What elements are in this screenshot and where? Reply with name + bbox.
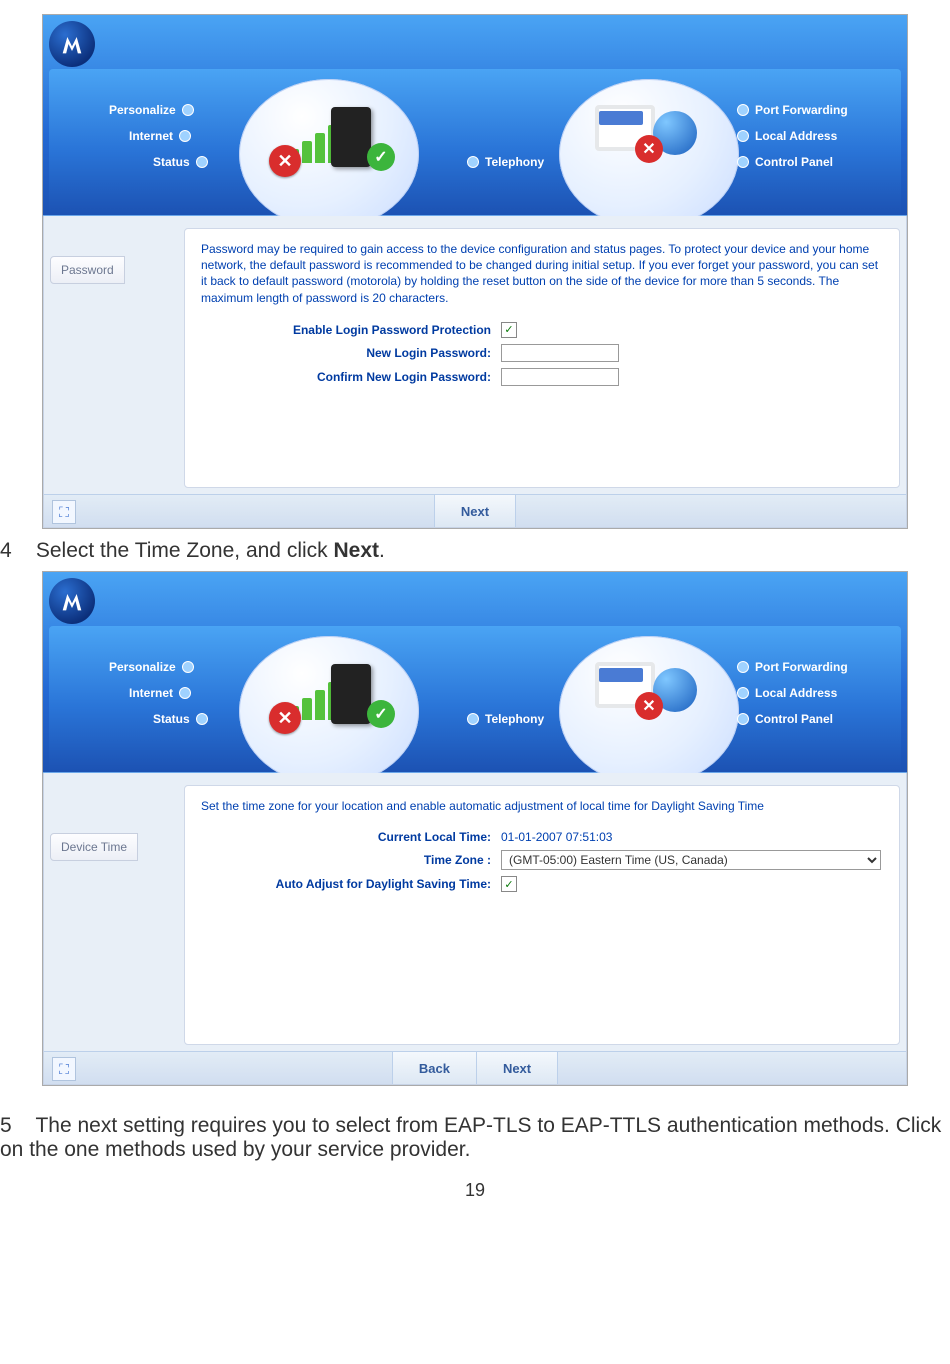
value-current-time: 01-01-2007 07:51:03 bbox=[501, 830, 612, 844]
page-number: 19 bbox=[0, 1180, 950, 1201]
error-x-icon: ✕ bbox=[269, 702, 301, 734]
dot-icon bbox=[737, 713, 749, 725]
nav-internet[interactable]: Internet bbox=[129, 686, 191, 700]
check-ok-icon: ✓ bbox=[367, 700, 395, 728]
panel-footer: ⛶ Next bbox=[44, 494, 906, 527]
nav-port-forwarding[interactable]: Port Forwarding bbox=[737, 660, 848, 674]
checkbox-dst[interactable]: ✓ bbox=[501, 876, 517, 892]
fullscreen-icon[interactable]: ⛶ bbox=[52, 1057, 76, 1081]
info-text: Password may be required to gain access … bbox=[201, 241, 883, 306]
label-dst: Auto Adjust for Daylight Saving Time: bbox=[201, 877, 491, 891]
nav-status[interactable]: Status bbox=[153, 155, 208, 169]
status-bubble-left: ✕ ✓ bbox=[239, 79, 419, 229]
screenshot-password: ✕ ✓ ✕ Personalize Internet Status Teleph… bbox=[42, 14, 908, 529]
dot-icon bbox=[179, 687, 191, 699]
back-button[interactable]: Back bbox=[392, 1052, 476, 1084]
dot-icon bbox=[196, 156, 208, 168]
device-box-icon bbox=[331, 664, 371, 724]
nav-telephony[interactable]: Telephony bbox=[467, 712, 544, 726]
header-nav: ✕ ✓ ✕ Personalize Internet Status Teleph… bbox=[49, 626, 901, 772]
panel-footer: ⛶ Back Next bbox=[44, 1051, 906, 1084]
motorola-logo-icon bbox=[49, 21, 95, 67]
nav-internet[interactable]: Internet bbox=[129, 129, 191, 143]
label-new-password: New Login Password: bbox=[201, 346, 491, 360]
screenshot-device-time: ✕ ✓ ✕ Personalize Internet Status Teleph… bbox=[42, 571, 908, 1086]
nav-local-address[interactable]: Local Address bbox=[737, 686, 837, 700]
check-ok-icon: ✓ bbox=[367, 143, 395, 171]
error-x-icon: ✕ bbox=[269, 145, 301, 177]
label-time-zone: Time Zone : bbox=[201, 853, 491, 867]
header-nav: ✕ ✓ ✕ Personalize Internet Status Teleph… bbox=[49, 69, 901, 215]
label-current-time: Current Local Time: bbox=[201, 830, 491, 844]
dot-icon bbox=[179, 130, 191, 142]
nav-port-forwarding[interactable]: Port Forwarding bbox=[737, 103, 848, 117]
fullscreen-icon[interactable]: ⛶ bbox=[52, 500, 76, 524]
dot-icon bbox=[467, 713, 479, 725]
checkbox-enable-protection[interactable]: ✓ bbox=[501, 322, 517, 338]
input-confirm-password[interactable] bbox=[501, 368, 619, 386]
panel-content: Password may be required to gain access … bbox=[184, 228, 900, 488]
dot-icon bbox=[467, 156, 479, 168]
nav-status[interactable]: Status bbox=[153, 712, 208, 726]
step-4-text: 4 Select the Time Zone, and click Next. bbox=[0, 539, 950, 563]
status-bubble-right: ✕ bbox=[559, 636, 739, 786]
select-time-zone[interactable]: (GMT-05:00) Eastern Time (US, Canada) bbox=[501, 850, 881, 870]
dot-icon bbox=[737, 130, 749, 142]
next-button[interactable]: Next bbox=[434, 495, 516, 527]
nav-local-address[interactable]: Local Address bbox=[737, 129, 837, 143]
next-button[interactable]: Next bbox=[476, 1052, 558, 1084]
input-new-password[interactable] bbox=[501, 344, 619, 362]
dot-icon bbox=[196, 713, 208, 725]
status-bubble-right: ✕ bbox=[559, 79, 739, 229]
info-text: Set the time zone for your location and … bbox=[201, 798, 883, 814]
dot-icon bbox=[737, 687, 749, 699]
error-x-icon: ✕ bbox=[635, 135, 663, 163]
nav-control-panel[interactable]: Control Panel bbox=[737, 155, 833, 169]
error-x-icon: ✕ bbox=[635, 692, 663, 720]
dot-icon bbox=[737, 156, 749, 168]
nav-personalize[interactable]: Personalize bbox=[109, 660, 194, 674]
label-enable-protection: Enable Login Password Protection bbox=[201, 323, 491, 337]
nav-personalize[interactable]: Personalize bbox=[109, 103, 194, 117]
dot-icon bbox=[182, 661, 194, 673]
label-confirm-password: Confirm New Login Password: bbox=[201, 370, 491, 384]
side-tab-device-time[interactable]: Device Time bbox=[50, 833, 138, 861]
dot-icon bbox=[737, 661, 749, 673]
panel-content: Set the time zone for your location and … bbox=[184, 785, 900, 1045]
side-tab-password[interactable]: Password bbox=[50, 256, 125, 284]
status-bubble-left: ✕ ✓ bbox=[239, 636, 419, 786]
step-5-text: 5 The next setting requires you to selec… bbox=[0, 1114, 950, 1162]
device-box-icon bbox=[331, 107, 371, 167]
dot-icon bbox=[737, 104, 749, 116]
nav-control-panel[interactable]: Control Panel bbox=[737, 712, 833, 726]
dot-icon bbox=[182, 104, 194, 116]
nav-telephony[interactable]: Telephony bbox=[467, 155, 544, 169]
motorola-logo-icon bbox=[49, 578, 95, 624]
